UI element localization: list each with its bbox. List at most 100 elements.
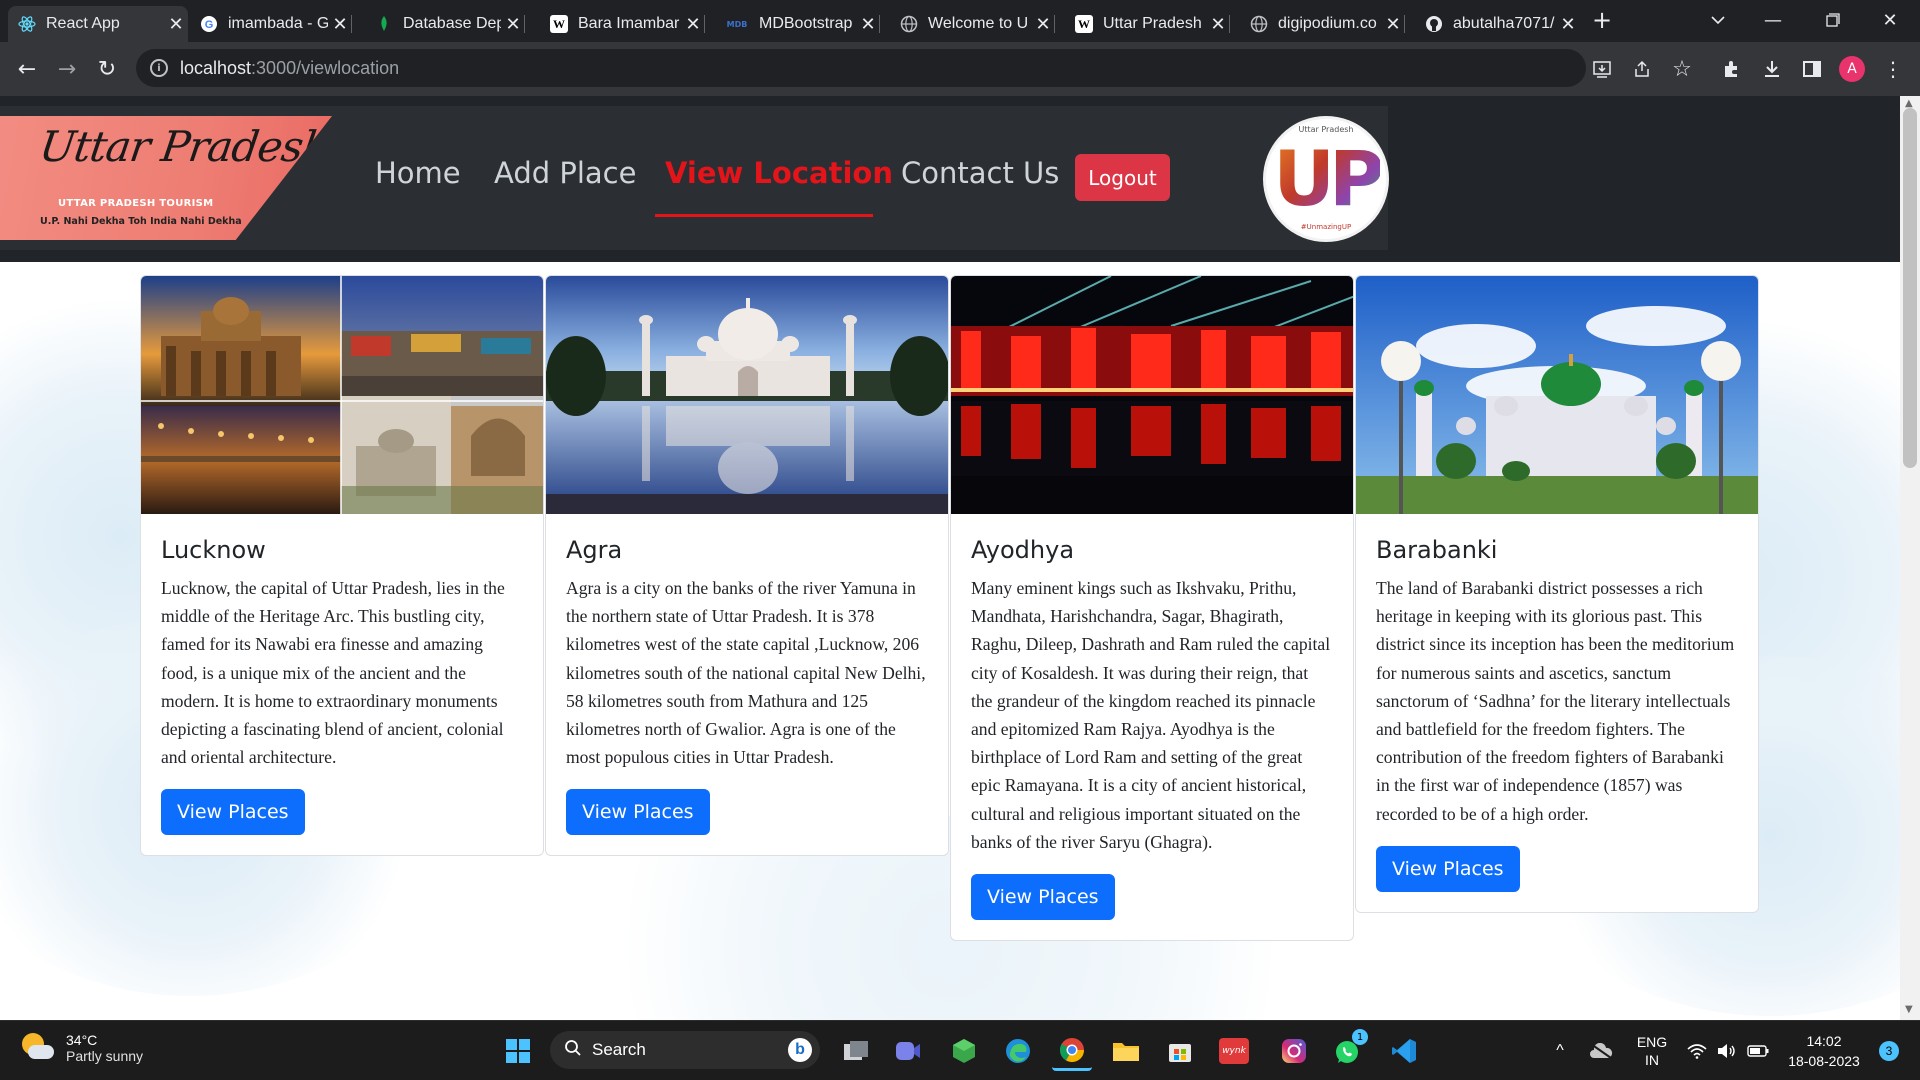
clock[interactable]: 14:02 18-08-2023 xyxy=(1782,1021,1866,1080)
tab-digipodium[interactable]: digipodium.co ✕ xyxy=(1240,6,1405,42)
forward-arrow-icon[interactable]: → xyxy=(50,52,84,86)
partly-sunny-icon xyxy=(20,1031,54,1065)
close-tab-icon[interactable]: ✕ xyxy=(1556,14,1580,35)
card-title: Barabanki xyxy=(1376,536,1498,564)
reload-icon[interactable]: ↻ xyxy=(90,52,124,86)
tab-strip: React App ✕ G imambada - G ✕ Database De… xyxy=(0,0,1920,42)
tab-wikipedia-bara-imambara[interactable]: W Bara Imambar ✕ xyxy=(540,6,705,42)
edge-browser-icon[interactable] xyxy=(998,1031,1038,1071)
logo-slogan: U.P. Nahi Dekha Toh India Nahi Dekha xyxy=(40,216,242,227)
minimize-button[interactable]: — xyxy=(1745,0,1801,40)
google-icon: G xyxy=(200,15,218,33)
task-view-icon[interactable] xyxy=(836,1031,876,1071)
close-tab-icon[interactable]: ✕ xyxy=(856,14,880,35)
install-app-icon[interactable] xyxy=(1588,55,1616,83)
view-places-button[interactable]: View Places xyxy=(1376,845,1520,892)
menu-kebab-icon[interactable]: ⋮ xyxy=(1879,55,1907,83)
close-tab-icon[interactable]: ✕ xyxy=(328,14,352,35)
close-tab-icon[interactable]: ✕ xyxy=(164,14,188,35)
side-panel-icon[interactable] xyxy=(1798,55,1826,83)
tab-search-chevron-icon[interactable] xyxy=(1690,0,1746,40)
close-tab-icon[interactable]: ✕ xyxy=(1206,14,1230,35)
tab-mdbootstrap[interactable]: MDB MDBootstrap ✕ xyxy=(715,6,880,42)
nav-home[interactable]: Home xyxy=(375,156,461,190)
view-places-button[interactable]: View Places xyxy=(161,789,305,836)
notification-center[interactable]: 3 xyxy=(1874,1021,1904,1080)
whatsapp-icon[interactable]: 1 xyxy=(1328,1029,1368,1071)
logo-tagline: UTTAR PRADESH TOURISM xyxy=(58,198,214,209)
wynk-music-icon[interactable]: wynk xyxy=(1214,1031,1254,1071)
profile-avatar[interactable]: A xyxy=(1839,56,1865,82)
show-hidden-icons-chevron[interactable]: ^ xyxy=(1546,1021,1574,1080)
share-icon[interactable] xyxy=(1628,55,1656,83)
wifi-icon[interactable] xyxy=(1686,1021,1708,1080)
card-text: Lucknow, the capital of Uttar Pradesh, l… xyxy=(161,578,505,768)
view-places-button[interactable]: View Places xyxy=(566,789,710,836)
nav-contact-us[interactable]: Contact Us xyxy=(901,156,1059,190)
logout-button[interactable]: Logout xyxy=(1075,154,1170,201)
battery-icon[interactable] xyxy=(1746,1021,1770,1080)
vscode-icon[interactable] xyxy=(1384,1031,1424,1071)
tab-mongodb[interactable]: Database Dep ✕ xyxy=(365,6,525,42)
taj-mahal-image xyxy=(546,276,948,514)
scroll-up-arrow-icon[interactable]: ▲ xyxy=(1905,98,1915,109)
card-text: The land of Barabanki district possesses… xyxy=(1376,578,1735,824)
url-host: localhost xyxy=(180,57,252,78)
lucknow-collage-image xyxy=(141,276,543,514)
site-info-icon[interactable]: i xyxy=(150,59,168,77)
game-app-icon[interactable] xyxy=(944,1031,984,1071)
new-tab-button[interactable]: + xyxy=(1582,0,1622,40)
search-icon xyxy=(564,1039,582,1062)
windows-taskbar: 34°C Partly sunny Search b wynk 1 ^ ENG … xyxy=(0,1020,1920,1080)
wikipedia-icon: W xyxy=(550,15,568,33)
scroll-thumb[interactable] xyxy=(1903,108,1917,468)
windows-start-icon[interactable] xyxy=(498,1031,538,1071)
teams-meet-icon[interactable] xyxy=(888,1031,928,1071)
onedrive-cloud-icon[interactable] xyxy=(1586,1021,1616,1080)
tab-welcome[interactable]: Welcome to U ✕ xyxy=(890,6,1055,42)
back-arrow-icon[interactable]: ← xyxy=(10,52,44,86)
downloads-icon[interactable] xyxy=(1758,55,1786,83)
restore-button[interactable] xyxy=(1805,0,1861,40)
weather-widget[interactable]: 34°C Partly sunny xyxy=(20,1031,143,1065)
close-tab-icon[interactable]: ✕ xyxy=(681,14,705,35)
microsoft-store-icon[interactable] xyxy=(1160,1031,1200,1071)
chrome-browser-icon[interactable] xyxy=(1052,1031,1092,1071)
close-tab-icon[interactable]: ✕ xyxy=(1031,14,1055,35)
tab-react-app[interactable]: React App ✕ xyxy=(8,6,188,42)
taskbar-search[interactable]: Search b xyxy=(550,1031,820,1069)
location-card-agra: Agra Agra is a city on the banks of the … xyxy=(545,275,949,857)
instagram-icon[interactable] xyxy=(1274,1031,1314,1071)
tab-title: abutalha7071/ xyxy=(1453,15,1555,32)
nav-view-location[interactable]: View Location xyxy=(665,156,893,190)
page-scrollbar[interactable]: ▲ ▼ xyxy=(1900,96,1920,1020)
tab-google[interactable]: G imambada - G ✕ xyxy=(190,6,352,42)
language-indicator[interactable]: ENG IN xyxy=(1632,1021,1672,1080)
region-code: IN xyxy=(1645,1052,1659,1068)
nav-add-place[interactable]: Add Place xyxy=(494,156,636,190)
bookmark-star-icon[interactable]: ☆ xyxy=(1668,55,1696,83)
extensions-puzzle-icon[interactable] xyxy=(1718,55,1746,83)
dewa-sharif-image xyxy=(1356,276,1758,514)
react-icon xyxy=(18,15,36,33)
close-tab-icon[interactable]: ✕ xyxy=(501,14,525,35)
github-icon xyxy=(1425,15,1443,33)
volume-icon[interactable] xyxy=(1716,1021,1738,1080)
close-window-button[interactable]: ✕ xyxy=(1862,0,1918,40)
svg-text:G: G xyxy=(205,19,214,31)
weather-condition: Partly sunny xyxy=(66,1048,144,1064)
tab-wikipedia-uttar-pradesh[interactable]: W Uttar Pradesh ✕ xyxy=(1065,6,1230,42)
browser-chrome: React App ✕ G imambada - G ✕ Database De… xyxy=(0,0,1920,96)
up-tourism-badge: Uttar Pradesh UP #UnmazingUP xyxy=(1263,116,1389,242)
file-explorer-icon[interactable] xyxy=(1106,1031,1146,1071)
notification-count-badge: 3 xyxy=(1879,1041,1899,1061)
tab-github[interactable]: abutalha7071/ ✕ xyxy=(1415,6,1580,42)
close-tab-icon[interactable]: ✕ xyxy=(1381,14,1405,35)
badge-up-text: UP xyxy=(1273,134,1384,223)
tab-title: React App xyxy=(46,15,120,32)
tab-title: Welcome to U xyxy=(928,15,1029,32)
scroll-down-arrow-icon[interactable]: ▼ xyxy=(1905,1004,1915,1015)
view-places-button[interactable]: View Places xyxy=(971,874,1115,921)
globe-icon xyxy=(900,15,918,33)
address-bar[interactable]: i localhost:3000/viewlocation xyxy=(136,49,1586,87)
